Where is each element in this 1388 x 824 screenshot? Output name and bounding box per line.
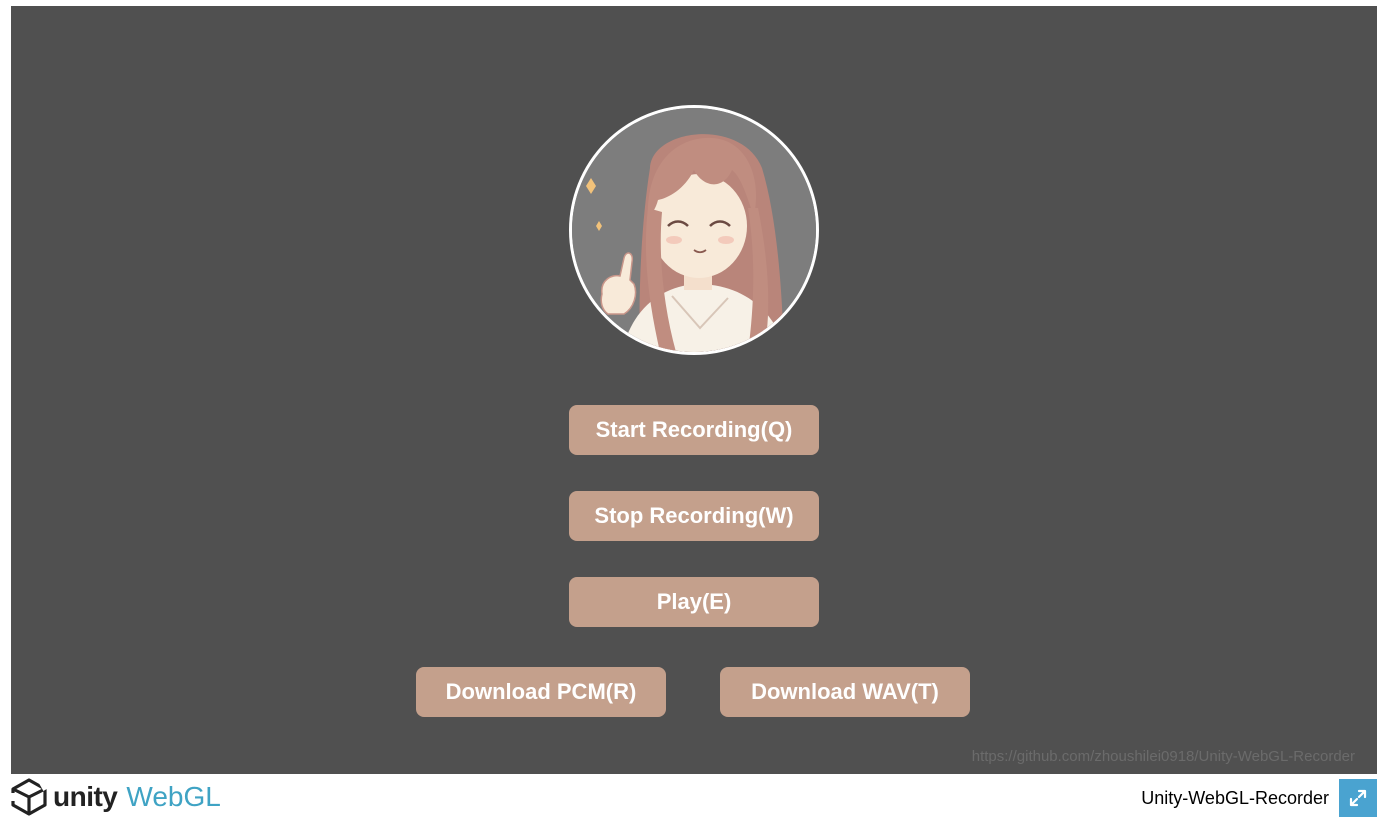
anime-girl-icon xyxy=(572,108,816,352)
download-wav-button[interactable]: Download WAV(T) xyxy=(720,667,970,717)
unity-canvas[interactable]: Start Recording(Q) Stop Recording(W) Pla… xyxy=(11,6,1377,774)
start-recording-button[interactable]: Start Recording(Q) xyxy=(569,405,819,455)
footer-title: Unity-WebGL-Recorder xyxy=(1141,788,1329,808)
stop-recording-button[interactable]: Stop Recording(W) xyxy=(569,491,819,541)
logo-webgl-text: WebGL xyxy=(126,781,221,812)
fullscreen-button[interactable] xyxy=(1339,779,1377,817)
download-pcm-button[interactable]: Download PCM(R) xyxy=(416,667,666,717)
repo-link[interactable]: https://github.com/zhoushilei0918/Unity-… xyxy=(972,748,1355,765)
play-button[interactable]: Play(E) xyxy=(569,577,819,627)
unity-webgl-logo: unity WebGL xyxy=(11,777,221,817)
avatar-image xyxy=(569,105,819,355)
unity-cube-icon xyxy=(11,778,47,816)
expand-arrows-icon xyxy=(1349,789,1367,807)
logo-unity-text: unity xyxy=(53,781,118,812)
footer: unity WebGL Unity-WebGL-Recorder xyxy=(11,774,1377,820)
